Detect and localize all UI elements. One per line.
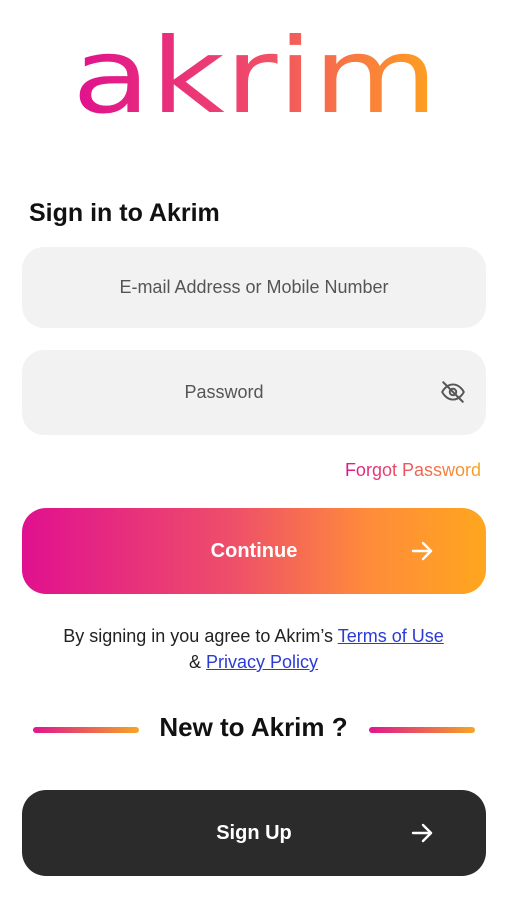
email-field[interactable] — [22, 247, 486, 328]
terms-ampersand: & — [188, 652, 201, 672]
forgot-password-link[interactable]: Forgot Password — [345, 460, 481, 481]
sign-up-button[interactable]: Sign Up — [22, 790, 486, 876]
arrow-right-icon — [411, 823, 433, 843]
eye-slash-icon[interactable] — [440, 379, 466, 405]
password-field[interactable] — [22, 350, 486, 435]
akrim-logo: akrim — [72, 30, 438, 120]
logo-text: akrim — [72, 30, 438, 120]
continue-label: Continue — [210, 539, 298, 562]
terms-notice: By signing in you agree to Akrim’s Terms… — [0, 623, 507, 675]
privacy-policy-link[interactable]: Privacy Policy — [206, 652, 318, 672]
arrow-right-icon — [411, 541, 433, 561]
continue-button[interactable]: Continue — [22, 508, 486, 594]
page-title: Sign in to Akrim — [29, 199, 220, 227]
sign-up-label: Sign Up — [216, 821, 292, 844]
new-to-akrim-divider: New to Akrim ? — [0, 710, 507, 750]
email-input[interactable] — [22, 276, 486, 299]
terms-of-use-link[interactable]: Terms of Use — [338, 626, 444, 646]
terms-prefix: By signing in you agree to Akrim’s — [63, 626, 334, 646]
divider-line-right — [369, 727, 475, 733]
password-input[interactable] — [22, 381, 486, 404]
